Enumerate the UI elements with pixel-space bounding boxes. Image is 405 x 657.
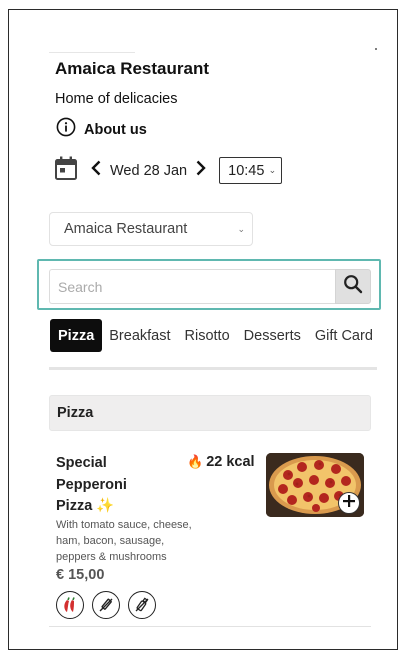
- tab-desserts[interactable]: Desserts: [244, 328, 301, 344]
- menu-item-name-line: Special: [56, 455, 107, 471]
- no-bottle-icon: [128, 591, 156, 619]
- calendar-icon[interactable]: [55, 156, 77, 185]
- about-us-label: About us: [84, 121, 147, 138]
- menu-item-name-line: Pizza ✨: [56, 496, 174, 518]
- search-button[interactable]: [335, 269, 371, 304]
- search-icon: [343, 274, 363, 299]
- date-time-row: Wed 28 Jan 10:45 ⌄: [55, 156, 283, 185]
- tab-pizza[interactable]: Pizza: [50, 319, 103, 352]
- sparkles-icon: ✨: [96, 498, 115, 514]
- menu-item-description: With tomato sauce, cheese, ham, bacon, s…: [56, 519, 192, 563]
- menu-item-name-word: Pizza: [56, 498, 93, 514]
- decorative-dot: [375, 48, 377, 50]
- time-select[interactable]: 10:45 ⌄: [219, 157, 283, 184]
- category-tabs: Pizza Breakfast Risotto Desserts Gift Ca…: [50, 319, 387, 352]
- kcal-value: 22 kcal: [206, 454, 255, 470]
- app-frame: Amaica Restaurant Home of delicacies Abo…: [8, 9, 398, 650]
- tab-gift-card[interactable]: Gift Card: [315, 328, 373, 344]
- chevron-down-icon: ⌄: [237, 223, 245, 234]
- header-divider: [49, 52, 135, 53]
- previous-day-chevron-icon[interactable]: [91, 160, 101, 181]
- search-bar: [37, 259, 381, 310]
- chevron-down-icon: ⌄: [268, 165, 277, 175]
- about-us-link[interactable]: About us: [56, 117, 147, 142]
- item-divider: [49, 626, 371, 627]
- menu-item-name[interactable]: Special Pepperoni Pizza ✨: [56, 453, 174, 518]
- dietary-badges: [56, 591, 156, 619]
- next-day-chevron-icon[interactable]: [196, 160, 206, 181]
- section-title: Pizza: [49, 395, 371, 431]
- selected-date: Wed 28 Jan: [110, 162, 188, 179]
- tabs-divider: [49, 367, 377, 370]
- time-value: 10:45: [228, 162, 265, 179]
- restaurant-tagline: Home of delicacies: [55, 91, 178, 107]
- tab-risotto[interactable]: Risotto: [185, 328, 230, 344]
- search-input[interactable]: [49, 269, 337, 304]
- plus-icon: [343, 494, 355, 512]
- chili-pepper-icon: [56, 591, 84, 619]
- info-icon: [56, 117, 76, 142]
- menu-item-name-line: Pepperoni: [56, 476, 127, 493]
- restaurant-select-value: Amaica Restaurant: [64, 221, 188, 237]
- menu-item-price: € 15,00: [56, 567, 105, 583]
- tab-breakfast[interactable]: Breakfast: [109, 328, 170, 344]
- no-syringe-icon: [92, 591, 120, 619]
- restaurant-title: Amaica Restaurant: [55, 59, 210, 78]
- calorie-info: 🔥 22 kcal: [187, 454, 255, 470]
- fire-icon: 🔥: [187, 454, 204, 469]
- add-to-cart-button[interactable]: [338, 492, 360, 514]
- restaurant-select[interactable]: Amaica Restaurant ⌄: [49, 212, 253, 246]
